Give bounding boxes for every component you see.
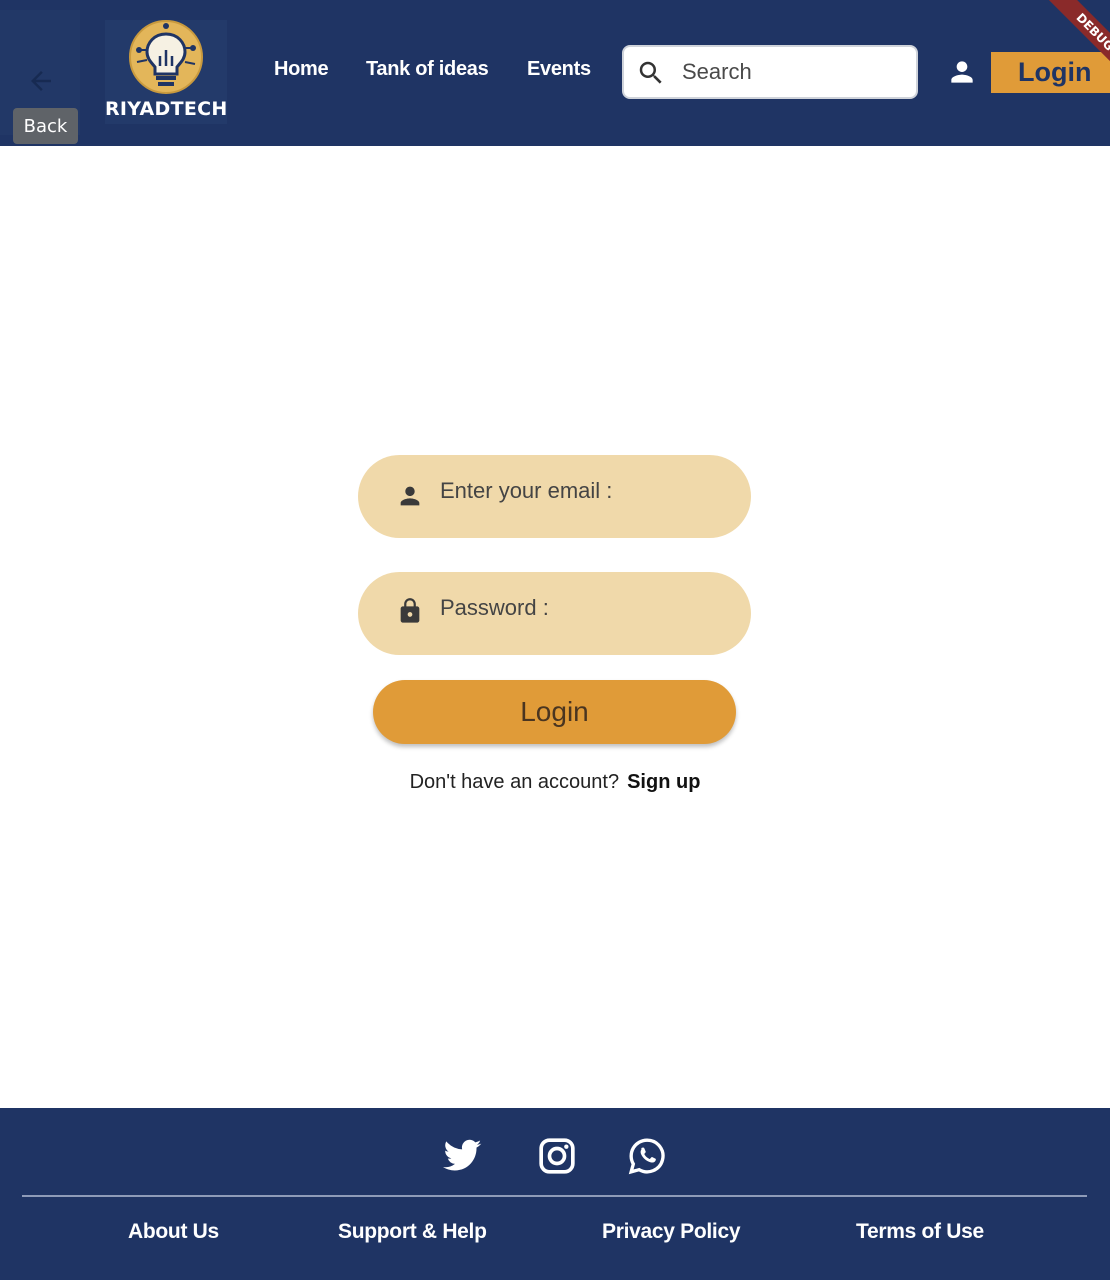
footer-privacy-link[interactable]: Privacy Policy <box>602 1220 741 1244</box>
footer: About Us Support & Help Privacy Policy T… <box>0 1108 1110 1280</box>
back-tooltip: Back <box>13 108 78 144</box>
instagram-icon[interactable] <box>537 1136 577 1176</box>
search-box <box>622 45 918 99</box>
search-icon <box>639 61 662 84</box>
no-account-text: Don't have an account? <box>409 771 620 793</box>
search-input[interactable] <box>682 56 902 88</box>
footer-about-link[interactable]: About Us <box>128 1220 219 1244</box>
debug-label: DEBUG <box>1049 0 1110 78</box>
arrow-left-icon <box>31 71 51 91</box>
nav-home[interactable]: Home <box>274 58 329 81</box>
signup-link[interactable]: Sign up <box>627 771 700 793</box>
login-button[interactable]: Login <box>373 680 736 744</box>
footer-divider <box>22 1195 1087 1197</box>
signup-prompt: Don't have an account? Sign up <box>0 771 1110 794</box>
password-input[interactable] <box>440 592 730 624</box>
top-nav-bar: Back RIYADTECH Home Tank of ideas Events <box>0 0 1110 146</box>
nav-tank-of-ideas[interactable]: Tank of ideas <box>366 58 489 81</box>
person-icon <box>400 486 420 506</box>
email-field <box>358 455 751 538</box>
debug-ribbon: DEBUG <box>1030 0 1110 80</box>
user-icon[interactable] <box>946 56 978 88</box>
email-input[interactable] <box>440 475 730 507</box>
footer-terms-link[interactable]: Terms of Use <box>856 1220 984 1244</box>
twitter-icon[interactable] <box>443 1136 483 1176</box>
lightbulb-logo-icon <box>129 20 203 94</box>
whatsapp-icon[interactable] <box>627 1136 667 1176</box>
footer-support-link[interactable]: Support & Help <box>338 1220 487 1244</box>
logo-text: RIYADTECH <box>105 98 228 120</box>
password-field <box>358 572 751 655</box>
lock-icon <box>400 598 420 623</box>
logo[interactable]: RIYADTECH <box>105 20 227 124</box>
nav-events[interactable]: Events <box>527 58 591 81</box>
app-root: Back RIYADTECH Home Tank of ideas Events <box>0 0 1110 1280</box>
